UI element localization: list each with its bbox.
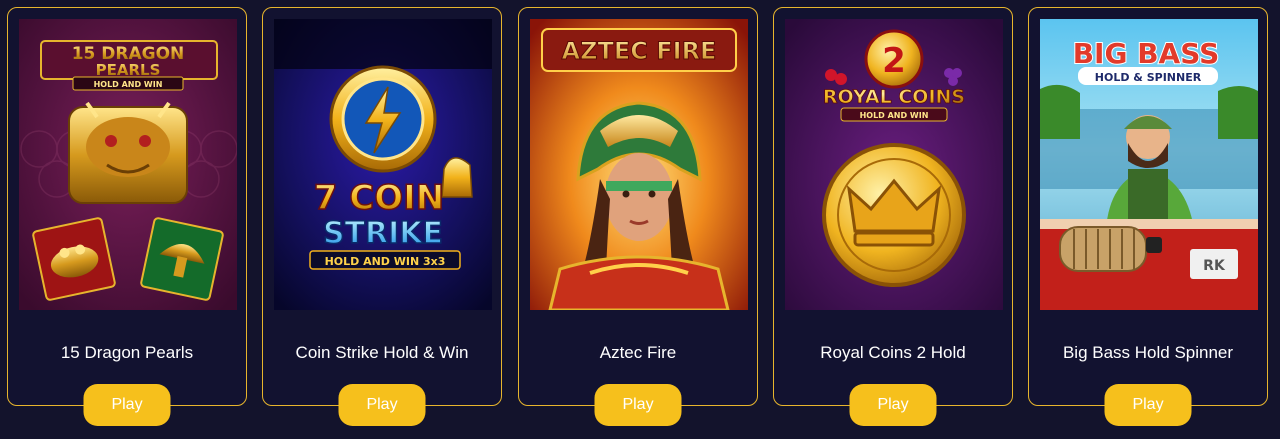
game-art-big-bass: BIG BASS HOLD & SPINNER RK	[1040, 19, 1258, 310]
logo-line3: HOLD AND WIN	[860, 111, 929, 120]
game-card-aztec-fire[interactable]: AZTEC FIRE Aztec Fire Play	[518, 7, 758, 426]
game-title: Royal Coins 2 Hold	[820, 343, 966, 362]
logo-line2: STRIKE	[323, 216, 443, 251]
logo-line1: 7 COIN	[314, 178, 444, 218]
game-grid: 15 DRAGON PEARLS HOLD AND WIN 15 Dragon …	[0, 0, 1280, 439]
logo-line3: HOLD AND WIN	[94, 80, 163, 89]
logo-line2: PEARLS	[96, 61, 161, 79]
game-thumbnail[interactable]: 15 DRAGON PEARLS HOLD AND WIN	[19, 19, 237, 310]
logo-line2: HOLD & SPINNER	[1095, 71, 1202, 84]
game-title: 15 Dragon Pearls	[60, 343, 194, 362]
game-thumbnail[interactable]: AZTEC FIRE	[530, 19, 748, 310]
logo-line2: ROYAL COINS	[823, 86, 965, 108]
logo-line1: BIG BASS	[1073, 37, 1220, 70]
game-thumbnail[interactable]: 2 ROYAL COINS HOLD AND WIN	[785, 19, 1003, 310]
game-card-15-dragon-pearls[interactable]: 15 DRAGON PEARLS HOLD AND WIN 15 Dragon …	[7, 7, 247, 426]
logo-line1: AZTEC FIRE	[562, 37, 717, 65]
game-card-coin-strike[interactable]: 7 COIN STRIKE HOLD AND WIN 3x3 Coin Stri…	[262, 7, 502, 426]
game-thumbnail[interactable]: BIG BASS HOLD & SPINNER RK	[1040, 19, 1258, 310]
game-title: Big Bass Hold Spinner	[1062, 343, 1234, 362]
game-art-aztec-fire: AZTEC FIRE	[530, 19, 748, 310]
logo-line3: HOLD AND WIN 3x3	[325, 255, 446, 268]
game-art-royal-coins: 2 ROYAL COINS HOLD AND WIN	[785, 19, 1003, 310]
play-button[interactable]: Play	[83, 384, 171, 426]
game-thumbnail[interactable]: 7 COIN STRIKE HOLD AND WIN 3x3	[274, 19, 492, 310]
logo-line1: 2	[882, 41, 906, 81]
game-card-royal-coins-2[interactable]: 2 ROYAL COINS HOLD AND WIN Royal Coins 2…	[773, 7, 1013, 426]
game-art-coin-strike: 7 COIN STRIKE HOLD AND WIN 3x3	[274, 19, 492, 310]
game-title: Coin Strike Hold & Win	[295, 343, 469, 362]
play-button[interactable]: Play	[594, 384, 682, 426]
play-button[interactable]: Play	[849, 384, 937, 426]
game-art-dragon-pearls: 15 DRAGON PEARLS HOLD AND WIN	[19, 19, 237, 310]
play-button[interactable]: Play	[1104, 384, 1192, 426]
game-card-big-bass-hold-spinner[interactable]: BIG BASS HOLD & SPINNER RK Big Bass Hold…	[1028, 7, 1268, 426]
game-title: Aztec Fire	[599, 343, 677, 362]
play-button[interactable]: Play	[338, 384, 426, 426]
logo-line3: RK	[1203, 258, 1226, 274]
